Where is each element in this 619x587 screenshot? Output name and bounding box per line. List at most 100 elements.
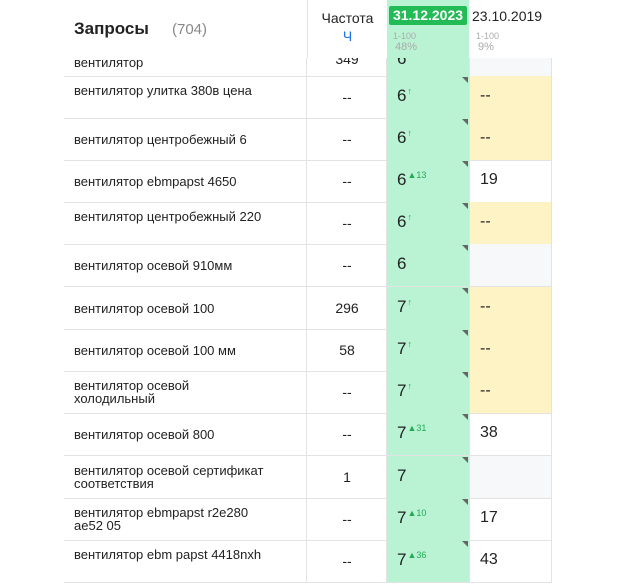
position-cell-current[interactable]: 7▲10 [387,498,470,540]
query-cell[interactable]: вентилятор центробежный 220 [64,202,307,244]
query-cell[interactable]: вентилятор осевой 800 [64,413,307,455]
table-row[interactable]: вентилятор осевой 800 -- 7▲31 38 [64,413,552,456]
query-text: вентилятор центробежный 6 [74,132,247,147]
previous-position-value: -- [480,298,491,315]
position-cell-previous[interactable]: 43 [470,540,552,582]
position-cell-previous[interactable]: -- [470,371,552,413]
query-cell[interactable]: вентилятор осевой 100 мм [64,329,307,371]
previous-position-value: 43 [480,551,498,568]
position-value: 6 [397,254,407,274]
query-cell[interactable]: вентилятор ebmpapst 4650 [64,160,307,202]
position-cell-previous[interactable]: 17 [470,498,552,540]
position-cell-current[interactable]: 6 [387,244,470,286]
position-cell-current[interactable]: 6↑ [387,76,470,118]
query-cell[interactable]: вентилятор центробежный 6 [64,118,307,160]
table-row[interactable]: вентилятор осевой 100 296 7↑ -- [64,287,552,330]
frequency-title: Частота [321,10,374,26]
position-cell-current[interactable]: 7↑ [387,371,470,413]
frequency-cell: -- [307,498,387,540]
frequency-value: 296 [335,300,359,316]
table-row[interactable]: вентилятор осевой сертификат соответстви… [64,456,552,499]
position-number: 6 [397,86,407,105]
position-number: 7 [397,297,407,316]
frequency-cell: -- [307,76,387,118]
table-row[interactable]: вентилятор осевой холодильный -- 7↑ -- [64,371,552,414]
position-cell-previous[interactable]: -- [470,287,552,329]
position-value: 7↑ [397,381,412,401]
position-cell-previous[interactable]: 38 [470,413,552,455]
position-cell-previous[interactable] [470,456,552,498]
position-number: 6 [397,254,407,273]
position-change: ↑ [407,297,412,308]
position-cell-previous[interactable]: -- [470,118,552,160]
previous-position-value: -- [480,129,491,146]
query-cell[interactable]: вентилятор осевой холодильный [64,371,307,413]
position-cell-previous[interactable]: -- [470,329,552,371]
position-change: ▲36 [407,550,427,561]
position-cell-current[interactable]: 6↑ [387,118,470,160]
corner-marker-icon [462,77,468,83]
table-row[interactable]: вентилятор ebmpapst 4650 -- 6▲13 19 [64,160,552,203]
position-change: ↑ [407,381,412,392]
position-value: 7↑ [397,339,412,359]
position-change: ▲31 [407,423,427,434]
date-column-header-previous[interactable]: 23.10.2019 1-100 9% [470,0,551,58]
table-header: Запросы (704) Частота Ч 31.12.2023 1-100… [0,0,619,58]
position-cell-previous[interactable]: 19 [470,160,552,202]
frequency-cell: -- [307,371,387,413]
table-row[interactable]: вентилятор осевой 100 мм 58 7↑ -- [64,329,552,372]
position-cell-current[interactable]: 7↑ [387,329,470,371]
position-change: ↑ [407,128,412,139]
previous-position-value: -- [480,340,491,357]
position-value: 6↑ [397,128,412,148]
date-column-header-current[interactable]: 31.12.2023 1-100 48% [387,0,469,58]
frequency-value: -- [342,215,352,231]
frequency-value: -- [342,257,352,273]
table-row[interactable]: вентилятор центробежный 6 -- 6↑ -- [64,118,552,161]
frequency-cell: 1 [307,456,387,498]
previous-position-value: -- [480,87,491,104]
current-date-badge: 31.12.2023 [389,6,467,25]
position-cell-current[interactable]: 7▲36 [387,540,470,582]
date2-range: 1-100 [476,31,500,41]
position-cell-previous[interactable]: -- [470,76,552,118]
position-cell-current[interactable]: 6▲13 [387,160,470,202]
query-cell[interactable]: вентилятор осевой 910мм [64,244,307,286]
position-cell-current[interactable]: 7 [387,456,470,498]
table-row[interactable]: вентилятор улитка 380в цена -- 6↑ -- [64,76,552,119]
queries-column-header[interactable]: Запросы (704) [64,0,308,58]
frequency-cell: 58 [307,329,387,371]
corner-marker-icon [462,414,468,420]
table-row[interactable]: вентилятор центробежный 220 -- 6↑ -- [64,202,552,245]
query-cell[interactable]: вентилятор ebmpapst r2e280 ae52 05 [64,498,307,540]
position-cell-current[interactable]: 6↑ [387,202,470,244]
frequency-value: 1 [343,469,351,485]
position-cell-previous[interactable]: -- [470,202,552,244]
frequency-column-header[interactable]: Частота Ч [308,0,388,58]
query-text: вентилятор ebmpapst 4650 [74,174,237,189]
position-cell-current[interactable]: 7▲31 [387,413,470,455]
query-cell[interactable]: вентилятор улитка 380в цена [64,76,307,118]
position-number: 6 [397,128,407,147]
position-number: 7 [397,381,407,400]
query-cell[interactable]: вентилятор осевой сертификат соответстви… [64,456,307,498]
query-text: вентилятор улитка 380в цена [74,83,252,98]
position-number: 6 [397,212,407,231]
query-cell[interactable]: вентилятор осевой 100 [64,287,307,329]
corner-marker-icon [462,372,468,378]
frequency-type-link[interactable]: Ч [308,28,387,44]
corner-marker-icon [462,457,468,463]
date1-range: 1-100 [393,31,417,41]
table-row[interactable]: вентилятор ebmpapst r2e280 ae52 05 -- 7▲10… [64,498,552,541]
frequency-cell: -- [307,413,387,455]
frequency-value: -- [342,131,352,147]
corner-marker-icon [462,330,468,336]
position-cell-current[interactable]: 7↑ [387,287,470,329]
position-cell-previous[interactable] [470,244,552,286]
frequency-value: -- [342,384,352,400]
table-row[interactable]: вентилятор ebm papst 4418nxh -- 7▲36 43 [64,540,552,583]
query-cell[interactable]: вентилятор ebm papst 4418nxh [64,540,307,582]
table-row[interactable]: вентилятор осевой 910мм -- 6 [64,244,552,287]
frequency-value: -- [342,553,352,569]
position-value: 7 [397,466,407,486]
